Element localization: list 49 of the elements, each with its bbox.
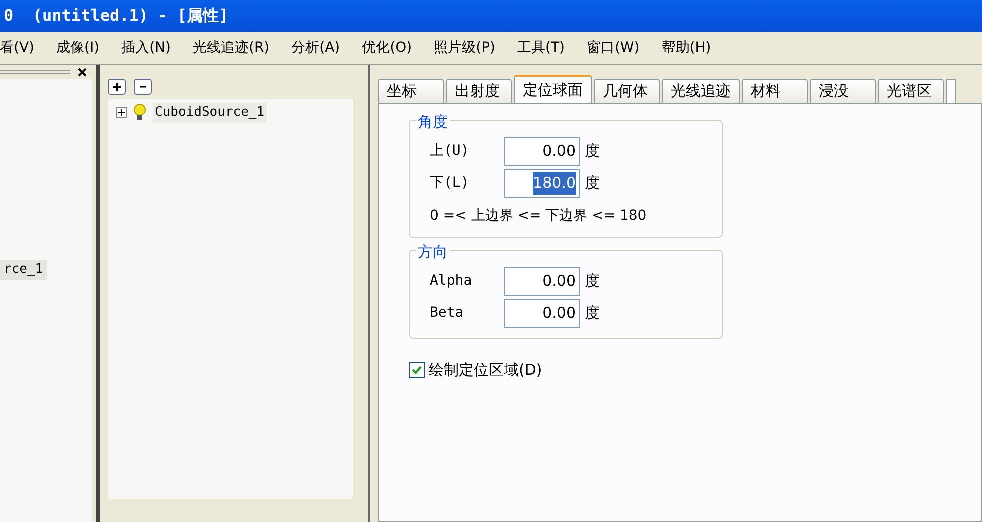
number-field[interactable]: 180.0 [504, 169, 580, 198]
menu-item[interactable]: 插入(N) [122, 38, 171, 58]
field-value: 0.00 [542, 303, 576, 324]
tab[interactable]: 材料 [742, 79, 808, 103]
tab[interactable]: 定位球面 [514, 75, 592, 103]
menu-item[interactable]: 看(V) [0, 38, 35, 58]
tree-item[interactable]: rce_1 [0, 260, 48, 280]
field-label: Beta [430, 304, 465, 323]
partial-tab[interactable] [946, 79, 956, 103]
unit-label: 度 [585, 173, 600, 194]
field-label: Alpha [430, 272, 474, 291]
number-field[interactable]: 0.00 [504, 267, 580, 296]
field-label: 下(L) [430, 174, 470, 193]
checkbox[interactable] [409, 362, 425, 378]
number-field[interactable]: 0.00 [504, 137, 580, 166]
tree-item[interactable]: CuboidSource_1 [153, 103, 267, 122]
tab[interactable]: 出射度 [446, 79, 512, 103]
expand-all-button[interactable] [108, 79, 126, 95]
plus-icon [118, 109, 125, 116]
unit-label: 度 [585, 271, 600, 292]
collapse-all-button[interactable] [134, 79, 152, 95]
window-title: 0 (untitled.1) - [属性] [4, 5, 229, 27]
menu-item[interactable]: 照片级(P) [434, 38, 496, 58]
expand-toggle[interactable] [116, 107, 127, 118]
menu-item[interactable]: 分析(A) [292, 38, 340, 58]
menu-item[interactable]: 帮助(H) [662, 38, 712, 58]
close-icon[interactable] [78, 68, 87, 76]
tab[interactable]: 光线追迹 [662, 79, 740, 103]
tab[interactable]: 几何体 [594, 79, 660, 103]
menu-item[interactable]: 成像(I) [56, 38, 100, 58]
checkbox-label: 绘制定位区域(D) [429, 360, 542, 381]
menu-item[interactable]: 窗口(W) [586, 38, 640, 58]
tab[interactable]: 浸没 [810, 79, 876, 103]
range-note: 0 =< 上边界 <= 下边界 <= 180 [430, 207, 648, 226]
field-value: 0.00 [542, 271, 576, 292]
check-icon [411, 364, 423, 376]
unit-label: 度 [585, 303, 600, 324]
menu-item[interactable]: 工具(T) [517, 38, 565, 58]
field-label: 上(U) [430, 142, 470, 161]
unit-label: 度 [585, 141, 600, 162]
tab[interactable]: 坐标 [378, 79, 444, 103]
menu-item[interactable]: 优化(O) [362, 38, 412, 58]
plus-icon [112, 82, 122, 92]
field-value: 0.00 [542, 141, 576, 162]
tab[interactable]: 光谱区 [878, 79, 944, 103]
menu-item[interactable]: 光线追迹(R) [192, 38, 270, 58]
field-value: 180.0 [533, 172, 576, 195]
light-bulb-icon [133, 104, 147, 122]
number-field[interactable]: 0.00 [504, 299, 580, 328]
